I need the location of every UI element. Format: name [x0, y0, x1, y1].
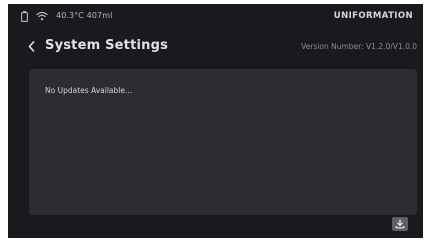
update-status-message: No Updates Available... — [45, 86, 133, 95]
back-button[interactable] — [24, 38, 38, 54]
download-button[interactable] — [392, 217, 408, 231]
version-number: Version Number: V1.2.0/V1.0.0 — [301, 42, 417, 51]
status-left-group: 40.3°C 407ml — [21, 9, 112, 23]
device-screen: 40.3°C 407ml UNIFORMATION System Setting… — [8, 4, 423, 238]
page-title: System Settings — [45, 38, 169, 53]
download-icon — [395, 219, 405, 229]
battery-icon — [21, 10, 28, 22]
status-bar: 40.3°C 407ml UNIFORMATION — [8, 4, 423, 28]
chevron-left-icon — [28, 40, 35, 52]
temperature-volume-readout: 40.3°C 407ml — [56, 11, 113, 20]
update-panel: No Updates Available... — [29, 69, 417, 215]
wifi-icon — [36, 11, 48, 21]
page-header: System Settings Version Number: V1.2.0/V… — [8, 34, 423, 58]
brand-logo: UNIFORMATION — [333, 11, 413, 21]
